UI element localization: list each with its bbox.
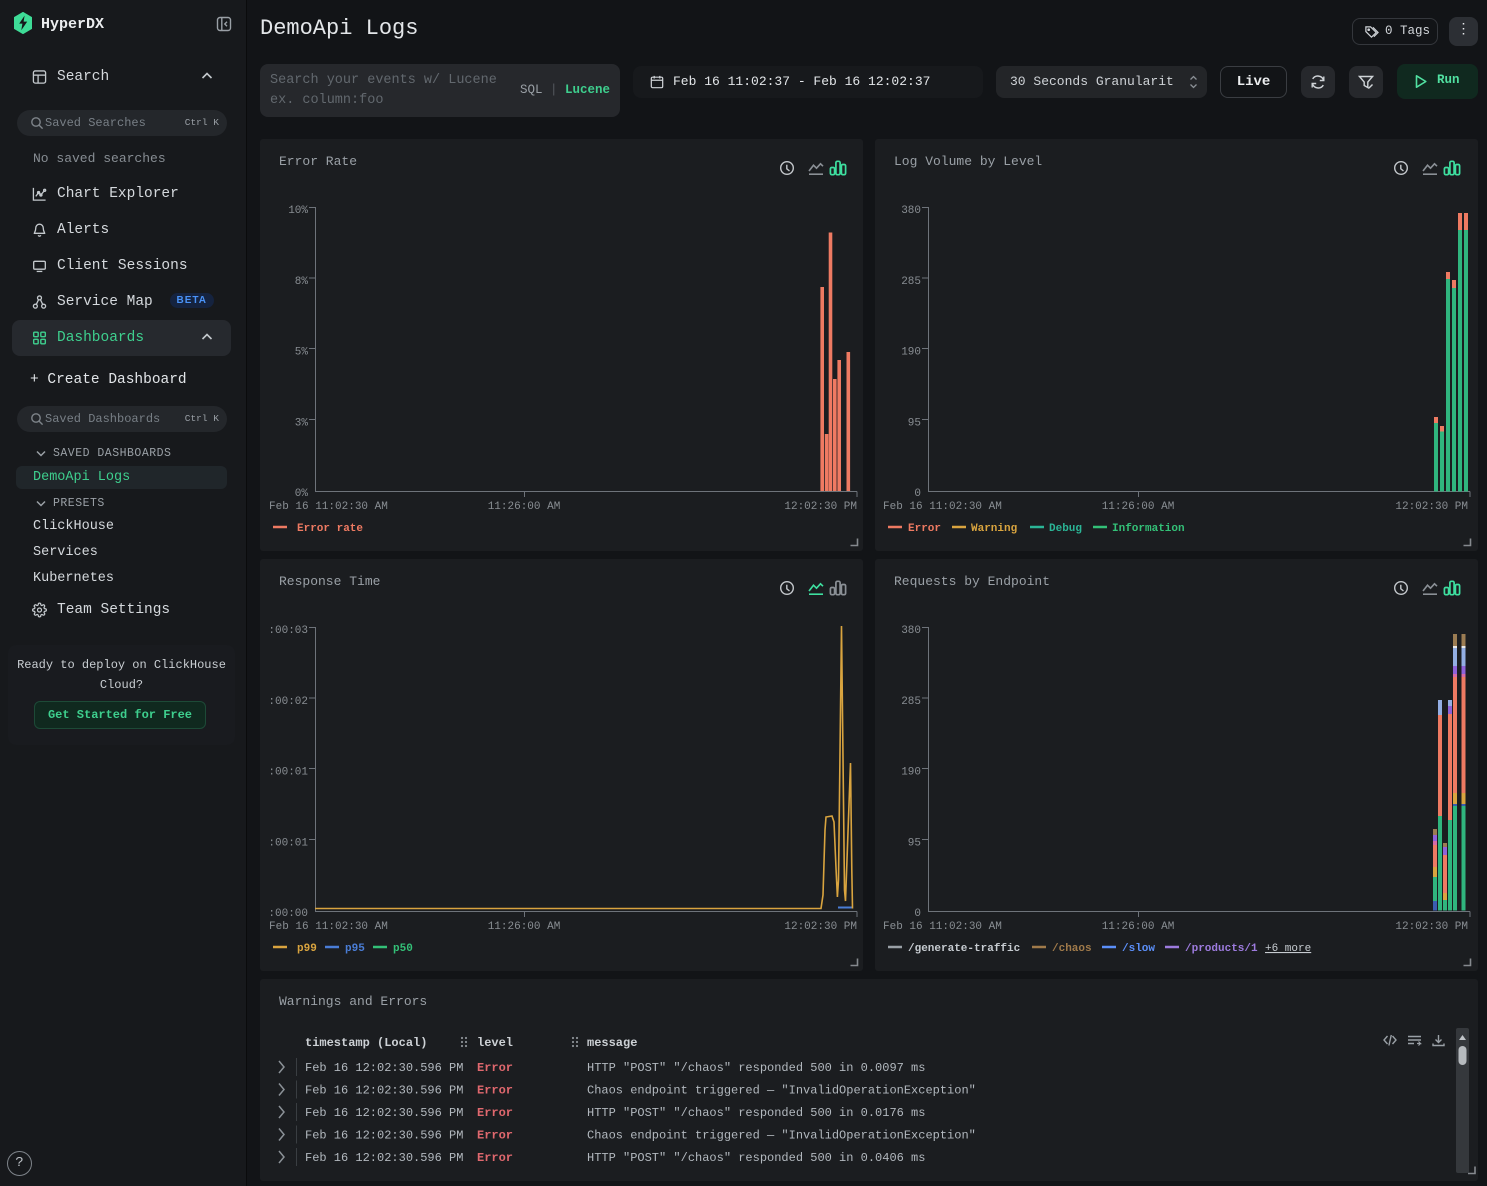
svg-text:Feb 16 11:02:30 AM: Feb 16 11:02:30 AM [883,921,1002,933]
svg-text:Feb 16 11:02:30 AM: Feb 16 11:02:30 AM [269,921,388,933]
svg-text:/slow: /slow [1122,943,1155,955]
svg-text:190: 190 [901,767,921,779]
svg-text:/products/1: /products/1 [1185,943,1258,955]
svg-text::00:03: :00:03 [268,625,308,637]
svg-text:Information: Information [1112,523,1185,535]
svg-text:190: 190 [901,347,921,359]
svg-text:11:26:00 AM: 11:26:00 AM [1102,921,1175,933]
svg-text:p50: p50 [393,943,413,955]
svg-text:11:26:00 AM: 11:26:00 AM [488,501,561,513]
svg-text:Error: Error [908,523,941,535]
svg-text:Chaos endpoint triggered — "In: Chaos endpoint triggered — "InvalidOpera… [587,1084,976,1098]
svg-text:timestamp (Local): timestamp (Local) [305,1036,427,1050]
svg-text:HTTP "POST" "/chaos" responded: HTTP "POST" "/chaos" responded 500 in 0.… [587,1106,925,1120]
svg-text:+6 more: +6 more [1265,943,1311,955]
svg-text:Error: Error [477,1129,513,1143]
svg-text:Error: Error [477,1084,513,1098]
svg-text:380: 380 [901,205,921,217]
svg-text:3%: 3% [295,418,309,430]
svg-text:0: 0 [914,488,921,500]
svg-text:Feb 16 12:02:30.596 PM: Feb 16 12:02:30.596 PM [305,1084,463,1098]
svg-text:Error rate: Error rate [297,523,363,535]
svg-text:Feb 16 12:02:30.596 PM: Feb 16 12:02:30.596 PM [305,1061,463,1075]
svg-text:5%: 5% [295,347,309,359]
svg-text:Debug: Debug [1049,523,1082,535]
svg-text:Error: Error [477,1151,513,1165]
svg-text:12:02:30 PM: 12:02:30 PM [784,501,857,513]
svg-text:8%: 8% [295,276,309,288]
svg-text:0: 0 [914,908,921,920]
svg-text:10%: 10% [288,205,308,217]
svg-text:11:26:00 AM: 11:26:00 AM [488,921,561,933]
svg-text:11:26:00 AM: 11:26:00 AM [1102,501,1175,513]
svg-text:/generate-traffic: /generate-traffic [908,943,1020,955]
svg-text:Chaos endpoint triggered — "In: Chaos endpoint triggered — "InvalidOpera… [587,1129,976,1143]
svg-text:Feb 16 12:02:30.596 PM: Feb 16 12:02:30.596 PM [305,1106,463,1120]
svg-text:HTTP "POST" "/chaos" responded: HTTP "POST" "/chaos" responded 500 in 0.… [587,1151,925,1165]
svg-text:12:02:30 PM: 12:02:30 PM [1395,501,1468,513]
svg-text:95: 95 [908,418,921,430]
svg-text:/chaos: /chaos [1052,943,1092,955]
svg-text:12:02:30 PM: 12:02:30 PM [784,921,857,933]
svg-text:p99: p99 [297,943,317,955]
svg-text:Feb 16 11:02:30 AM: Feb 16 11:02:30 AM [883,501,1002,513]
svg-text:message: message [587,1036,637,1050]
svg-text::00:00: :00:00 [268,908,308,920]
svg-text:0%: 0% [295,488,309,500]
svg-text:p95: p95 [345,943,365,955]
svg-text::00:01: :00:01 [268,838,308,850]
svg-text:Feb 16 12:02:30.596 PM: Feb 16 12:02:30.596 PM [305,1151,463,1165]
svg-text:285: 285 [901,696,921,708]
svg-text:95: 95 [908,838,921,850]
svg-text:12:02:30 PM: 12:02:30 PM [1395,921,1468,933]
svg-text::00:02: :00:02 [268,696,308,708]
svg-text:Feb 16 11:02:30 AM: Feb 16 11:02:30 AM [269,501,388,513]
svg-text:HTTP "POST" "/chaos" responded: HTTP "POST" "/chaos" responded 500 in 0.… [587,1061,925,1075]
svg-text:Error: Error [477,1061,513,1075]
svg-text:285: 285 [901,276,921,288]
svg-text:Error: Error [477,1106,513,1120]
svg-text:380: 380 [901,625,921,637]
svg-text:Warning: Warning [971,523,1017,535]
svg-text:Feb 16 12:02:30.596 PM: Feb 16 12:02:30.596 PM [305,1129,463,1143]
svg-text::00:01: :00:01 [268,767,308,779]
svg-text:level: level [477,1036,513,1050]
